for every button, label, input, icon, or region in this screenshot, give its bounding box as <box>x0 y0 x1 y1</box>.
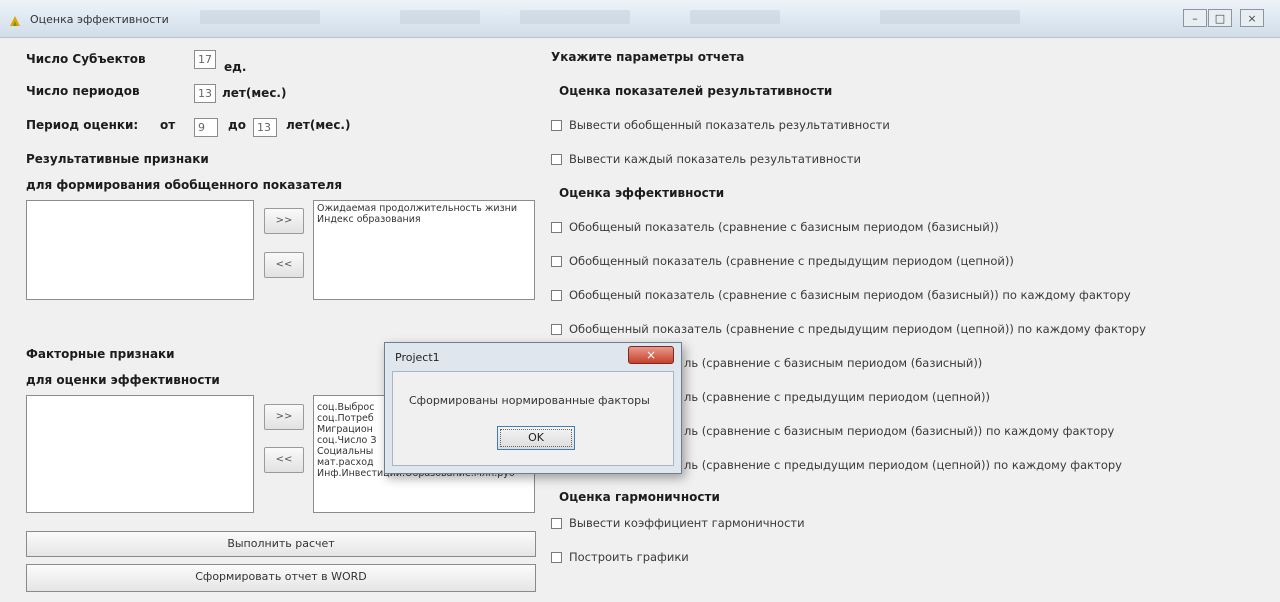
window-titlebar: Оценка эффективности – □ × <box>0 0 1280 38</box>
factor-add-button[interactable]: >> <box>264 404 304 430</box>
checkbox-efficiency-option[interactable]: Обобщеный показатель (сравнение с базисн… <box>551 288 1131 302</box>
background-toolbar-ghost <box>880 10 1020 24</box>
checkbox-label: Построить графики <box>569 550 689 564</box>
to-input[interactable]: 13 <box>253 118 277 137</box>
checkbox-efficiency-option[interactable]: Обобщенный показатель (сравнение с преды… <box>551 254 1014 268</box>
dialog-message: Сформированы нормированные факторы <box>409 394 650 407</box>
checkbox-efficiency-option[interactable]: Обобщенный показатель (сравнение с преды… <box>551 322 1146 336</box>
from-input[interactable]: 9 <box>194 118 218 137</box>
checkbox-harmony-coefficient[interactable]: Вывести коэффициент гармоничности <box>551 516 805 530</box>
checkbox-label: ль (сравнение с базисным периодом (базис… <box>684 424 1115 438</box>
background-toolbar-ghost <box>690 10 780 24</box>
section-harmony-title: Оценка гармоничности <box>559 490 720 504</box>
background-toolbar-ghost <box>400 10 480 24</box>
checkbox-efficiency-option[interactable]: Обобщеный показатель (сравнение с базисн… <box>551 220 999 234</box>
dialog-close-button[interactable]: × <box>628 346 674 364</box>
checkbox-label: Вывести обобщенный показатель результати… <box>569 118 890 132</box>
background-toolbar-ghost <box>520 10 630 24</box>
checkbox-box[interactable] <box>551 255 562 267</box>
section-results-title: Оценка показателей результативности <box>559 84 833 98</box>
subjects-input[interactable]: 17 <box>194 50 216 69</box>
from-label: от <box>160 118 176 132</box>
factor-subtitle: для оценки эффективности <box>26 373 220 387</box>
window-title: Оценка эффективности <box>30 13 169 26</box>
eval-period-label: Период оценки: <box>26 118 139 132</box>
subjects-label: Число Субъектов <box>26 52 146 66</box>
word-report-button[interactable]: Сформировать отчет в WORD <box>26 564 536 592</box>
checkbox-label: Обобщеный показатель (сравнение с базисн… <box>569 288 1131 302</box>
dialog-body: Сформированы нормированные факторы OK <box>392 371 674 466</box>
factor-available-list[interactable] <box>26 395 254 513</box>
minimize-button[interactable]: – <box>1183 9 1207 27</box>
close-button[interactable]: × <box>1240 9 1264 27</box>
checkbox-box[interactable] <box>551 153 562 165</box>
result-add-button[interactable]: >> <box>264 208 304 234</box>
checkbox-box[interactable] <box>551 517 562 529</box>
checkbox-generalized-result[interactable]: Вывести обобщенный показатель результати… <box>551 118 890 132</box>
factor-title: Факторные признаки <box>26 347 175 361</box>
periods-label: Число периодов <box>26 84 140 98</box>
list-item[interactable]: Индекс образования <box>317 214 531 225</box>
checkbox-label: Вывести каждый показатель результативнос… <box>569 152 861 166</box>
checkbox-box[interactable] <box>551 289 562 301</box>
checkbox-box[interactable] <box>551 551 562 563</box>
checkbox-label: ль (сравнение с предыдущим периодом (цеп… <box>684 458 1122 472</box>
checkbox-box[interactable] <box>551 119 562 131</box>
checkbox-label: Обобщеный показатель (сравнение с базисн… <box>569 220 999 234</box>
calculate-button[interactable]: Выполнить расчет <box>26 531 536 557</box>
app-icon <box>10 16 20 26</box>
checkbox-efficiency-option-partial[interactable]: ль (сравнение с базисным периодом (базис… <box>684 424 1114 438</box>
dialog-title: Project1 <box>395 351 440 364</box>
maximize-button[interactable]: □ <box>1208 9 1232 27</box>
checkbox-build-graphs[interactable]: Построить графики <box>551 550 689 564</box>
checkbox-label: ль (сравнение с предыдущим периодом (цеп… <box>684 390 990 404</box>
periods-unit: лет(мес.) <box>222 86 287 100</box>
result-available-list[interactable] <box>26 200 254 300</box>
checkbox-label: Обобщенный показатель (сравнение с преды… <box>569 254 1014 268</box>
checkbox-efficiency-option-partial[interactable]: ль (сравнение с базисным периодом (базис… <box>684 356 982 370</box>
subjects-unit: ед. <box>224 60 247 74</box>
eval-unit: лет(мес.) <box>286 118 351 132</box>
report-params-header: Укажите параметры отчета <box>551 50 745 64</box>
background-toolbar-ghost <box>200 10 320 24</box>
result-remove-button[interactable]: << <box>264 252 304 278</box>
dialog-ok-button[interactable]: OK <box>497 426 575 450</box>
checkbox-box[interactable] <box>551 323 562 335</box>
factor-remove-button[interactable]: << <box>264 447 304 473</box>
result-subtitle: для формирования обобщенного показателя <box>26 178 343 192</box>
checkbox-label: ль (сравнение с базисным периодом (базис… <box>684 356 983 370</box>
checkbox-box[interactable] <box>551 221 562 233</box>
result-title: Результативные признаки <box>26 152 209 166</box>
periods-input[interactable]: 13 <box>194 84 216 103</box>
result-selected-list[interactable]: Ожидаемая продолжительность жизни Индекс… <box>313 200 535 300</box>
checkbox-efficiency-option-partial[interactable]: ль (сравнение с предыдущим периодом (цеп… <box>684 458 1122 472</box>
message-dialog: Project1 × Сформированы нормированные фа… <box>384 342 682 474</box>
checkbox-each-result[interactable]: Вывести каждый показатель результативнос… <box>551 152 861 166</box>
to-label: до <box>228 118 246 132</box>
checkbox-label: Вывести коэффициент гармоничности <box>569 516 805 530</box>
list-item[interactable]: Ожидаемая продолжительность жизни <box>317 203 531 214</box>
section-efficiency-title: Оценка эффективности <box>559 186 725 200</box>
checkbox-label: Обобщенный показатель (сравнение с преды… <box>569 322 1146 336</box>
checkbox-efficiency-option-partial[interactable]: ль (сравнение с предыдущим периодом (цеп… <box>684 390 990 404</box>
